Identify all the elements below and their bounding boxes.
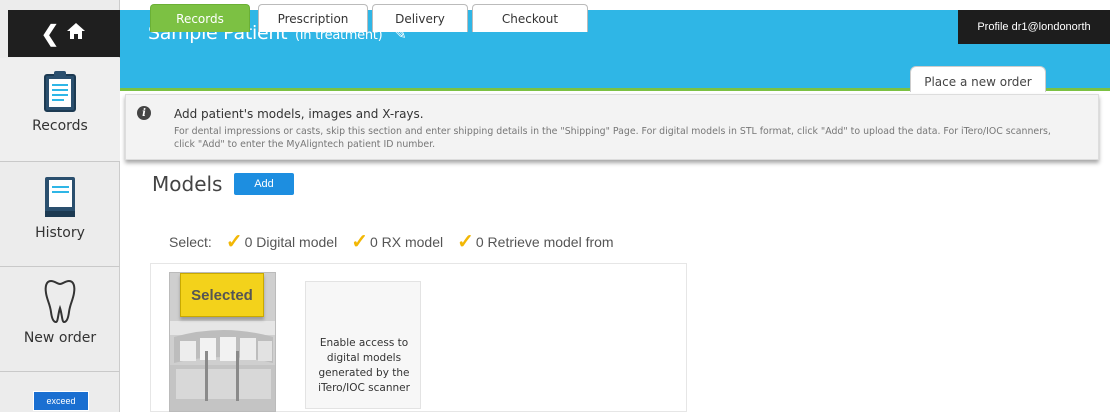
sidebar-item-records[interactable]: Records	[0, 58, 120, 162]
tab-checkout[interactable]: Checkout	[472, 4, 588, 32]
info-banner: i Add patient's models, images and X-ray…	[125, 94, 1099, 160]
sidebar-item-label: Records	[32, 118, 88, 134]
enable-access-text: Enable access to digital models generate…	[318, 337, 410, 394]
sidebar-item-history[interactable]: History	[0, 163, 120, 267]
info-title: Add patient's models, images and X-rays.	[174, 107, 424, 121]
iTero-enable-card[interactable]: Enable access to digital models generate…	[305, 281, 421, 409]
info-icon: i	[137, 106, 151, 120]
sidebar-item-label: History	[35, 225, 85, 241]
tab-place-new-order[interactable]: Place a new order	[910, 66, 1046, 92]
check-icon: ✓	[225, 231, 243, 253]
option-label: 0 Retrieve model from	[475, 233, 614, 250]
option-label: 0 Digital model	[244, 233, 338, 250]
option-digital-model[interactable]: ✓ 0 Digital model	[226, 229, 337, 254]
profile-button[interactable]: Profile dr1@londonorth	[958, 10, 1110, 44]
tab-prescription[interactable]: Prescription	[258, 4, 368, 32]
home-back-button[interactable]: ❮	[8, 10, 120, 57]
option-retrieve-model[interactable]: ✓ 0 Retrieve model from	[457, 229, 613, 254]
info-text: For dental impressions or casts, skip th…	[174, 126, 1051, 150]
sidebar-item-label: New order	[23, 330, 97, 346]
check-icon: ✓	[457, 231, 474, 253]
back-icon: ❮	[40, 20, 60, 46]
models-heading: Models	[152, 172, 223, 196]
selected-tag: Selected	[180, 273, 264, 317]
option-label: 0 RX model	[369, 233, 444, 250]
tab-records[interactable]: Records	[150, 4, 250, 32]
select-label: Select:	[169, 233, 212, 250]
home-icon	[65, 21, 87, 47]
model-select-row: Select: ✓ 0 Digital model ✓ 0 RX model ✓…	[169, 229, 614, 254]
clipboard-icon	[44, 71, 76, 112]
sidebar: ❮ Records History New order exceed	[0, 0, 120, 412]
exceed-badge: exceed	[33, 391, 89, 411]
model-thumbnail[interactable]: Selected	[169, 272, 276, 412]
sidebar-item-new-order[interactable]: New order	[0, 268, 120, 372]
tab-delivery[interactable]: Delivery	[372, 4, 468, 32]
add-model-button[interactable]: Add	[234, 173, 294, 195]
tooth-icon	[44, 279, 76, 324]
option-rx-model[interactable]: ✓ 0 RX model	[351, 229, 443, 254]
book-icon	[45, 177, 75, 217]
check-icon: ✓	[351, 231, 368, 253]
